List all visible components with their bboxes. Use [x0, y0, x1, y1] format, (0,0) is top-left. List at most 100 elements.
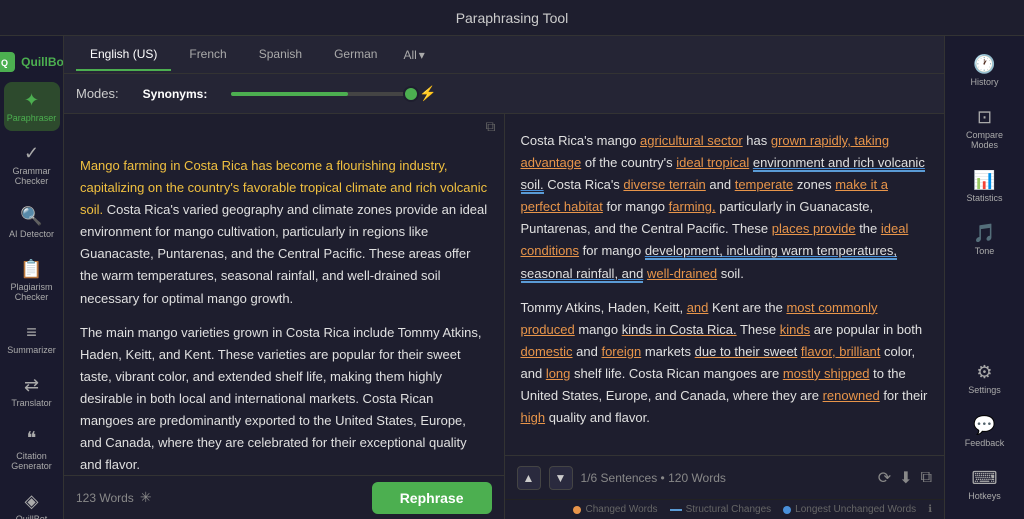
sentence-info: 1/6 Sentences • 120 Words [581, 471, 870, 485]
sidebar-item-translator[interactable]: ⇄ Translator [4, 367, 60, 416]
tab-english[interactable]: English (US) [76, 39, 171, 71]
right-item-label: Statistics [966, 193, 1002, 203]
right-item-settings[interactable]: ⚙ Settings [949, 354, 1021, 403]
main-content: English (US) French Spanish German All ▾… [64, 36, 944, 519]
output-text: Costa Rica's mango agricultural sector h… [505, 114, 945, 455]
flow-icon: ◈ [25, 491, 39, 512]
input-footer: 123 Words ✳ Rephrase [64, 475, 504, 519]
legend-longest: Longest Unchanged Words [783, 504, 916, 515]
right-item-label: Settings [968, 385, 1001, 395]
tab-french[interactable]: French [175, 39, 240, 71]
changed-word-7: farming, [669, 199, 716, 214]
structural-text-3: due to their sweet [695, 344, 798, 359]
copy-output-icon[interactable]: ⧉ [921, 469, 932, 487]
app-header: Paraphrasing Tool [0, 0, 1024, 36]
changed-word-10: well-drained [647, 266, 717, 281]
action-icons: ⟳ ⬇ ⧉ [878, 468, 932, 488]
statistics-icon: 📊 [973, 170, 995, 191]
output-paragraph-1: Costa Rica's mango agricultural sector h… [521, 130, 929, 285]
right-item-label: Feedback [965, 438, 1005, 448]
logo-area: Q QuillBot [0, 44, 64, 80]
sidebar-item-label: AI Detector [9, 229, 54, 239]
sidebar-item-citation[interactable]: ❝ Citation Generator [4, 420, 60, 479]
sidebar-item-label: Citation Generator [8, 451, 56, 471]
slider-thumb[interactable] [403, 86, 419, 102]
changed-word-15: domestic [521, 344, 573, 359]
highlighted-text-1: Mango farming in Costa Rica has become a… [80, 158, 487, 217]
changed-word-5: temperate [735, 177, 794, 192]
sparkle-icon[interactable]: ✳ [140, 489, 152, 506]
tab-spanish[interactable]: Spanish [245, 39, 316, 71]
tabs-bar: English (US) French Spanish German All ▾ [64, 36, 944, 74]
legend-changed: Changed Words [573, 504, 657, 515]
copy-icon-area: ⧉ [64, 114, 504, 139]
right-item-hotkeys[interactable]: ⌨ Hotkeys [949, 460, 1021, 509]
legend-info-icon[interactable]: ℹ [928, 504, 932, 515]
app-body: Q QuillBot ✦ Paraphraser ✓ Grammar Check… [0, 36, 1024, 519]
right-item-feedback[interactable]: 💬 Feedback [949, 407, 1021, 456]
sidebar-item-grammar[interactable]: ✓ Grammar Checker [4, 135, 60, 194]
modes-label: Modes: [76, 86, 119, 101]
right-item-statistics[interactable]: 📊 Statistics [949, 162, 1021, 211]
paraphraser-icon: ✦ [24, 90, 39, 111]
sidebar-item-summarizer[interactable]: ≡ Summarizer [4, 314, 60, 363]
sidebar-left: Q QuillBot ✦ Paraphraser ✓ Grammar Check… [0, 36, 64, 519]
quillbot-logo-icon: Q [0, 52, 15, 72]
changed-word-16: foreign [601, 344, 641, 359]
feedback-icon: 💬 [973, 415, 995, 436]
sidebar-item-ai-detector[interactable]: 🔍 AI Detector [4, 198, 60, 247]
chevron-down-icon: ▾ [419, 48, 425, 62]
nav-up-button[interactable]: ▲ [517, 466, 541, 490]
rephrase-button[interactable]: Rephrase [372, 482, 492, 514]
copy-icon[interactable]: ⧉ [486, 118, 496, 135]
modes-bar: Modes: Synonyms: ⚡ [64, 74, 944, 114]
legend-dot-changed [573, 506, 581, 514]
right-item-tone[interactable]: 🎵 Tone [949, 215, 1021, 264]
right-item-label: Compare Modes [953, 130, 1017, 150]
citation-icon: ❝ [27, 428, 37, 449]
editor-area: ⧉ Mango farming in Costa Rica has become… [64, 114, 944, 519]
ai-detector-icon: 🔍 [20, 206, 42, 227]
right-item-compare[interactable]: ⊡ Compare Modes [949, 99, 1021, 158]
mode-synonyms[interactable]: Synonyms: [131, 83, 220, 105]
download-icon[interactable]: ⬇ [899, 468, 912, 488]
settings-icon: ⚙ [976, 362, 992, 383]
slider-container: ⚡ [231, 85, 932, 102]
sidebar-item-label: Paraphraser [7, 113, 57, 123]
sidebar-item-label: Plagiarism Checker [8, 282, 56, 302]
grammar-icon: ✓ [24, 143, 39, 164]
changed-word-19: mostly shipped [783, 366, 870, 381]
slider-track[interactable] [231, 92, 411, 96]
tab-all[interactable]: All ▾ [395, 40, 432, 70]
sidebar-right: 🕐 History ⊡ Compare Modes 📊 Statistics 🎵… [944, 36, 1024, 519]
sidebar-item-label: Summarizer [7, 345, 56, 355]
input-text[interactable]: Mango farming in Costa Rica has become a… [64, 139, 504, 475]
changed-word-21: high [521, 410, 546, 425]
right-item-label: Hotkeys [968, 491, 1001, 501]
sidebar-item-paraphraser[interactable]: ✦ Paraphraser [4, 82, 60, 131]
slider-end-icon: ⚡ [419, 85, 436, 102]
synonyms-action-icon[interactable]: ⟳ [878, 468, 891, 488]
logo-text: QuillBot [21, 55, 64, 69]
changed-word-14: kinds [780, 322, 810, 337]
tab-german[interactable]: German [320, 39, 391, 71]
changed-word-3: ideal tropical [676, 155, 749, 170]
header-title: Paraphrasing Tool [456, 10, 569, 26]
changed-word-18: long [546, 366, 571, 381]
sidebar-item-flow[interactable]: ◈ QuillBot Flow [4, 483, 60, 519]
sidebar-item-plagiarism[interactable]: 📋 Plagiarism Checker [4, 251, 60, 310]
legend-dot-longest [783, 506, 791, 514]
input-panel: ⧉ Mango farming in Costa Rica has become… [64, 114, 505, 519]
nav-down-button[interactable]: ▼ [549, 466, 573, 490]
slider-fill [231, 92, 348, 96]
legend-line-structural [670, 509, 682, 511]
sidebar-item-label: Translator [11, 398, 51, 408]
output-paragraph-2: Tommy Atkins, Haden, Keitt, and Kent are… [521, 297, 929, 430]
right-item-history[interactable]: 🕐 History [949, 46, 1021, 95]
compare-icon: ⊡ [977, 107, 992, 128]
output-panel: Costa Rica's mango agricultural sector h… [505, 114, 945, 519]
changed-word-4: diverse terrain [623, 177, 705, 192]
right-item-label: Tone [975, 246, 995, 256]
summarizer-icon: ≡ [26, 322, 37, 343]
changed-word-20: renowned [823, 388, 880, 403]
